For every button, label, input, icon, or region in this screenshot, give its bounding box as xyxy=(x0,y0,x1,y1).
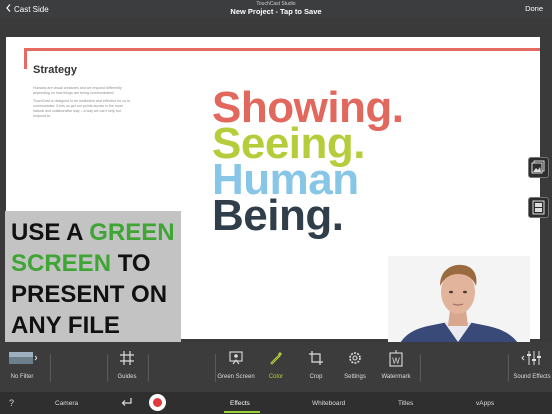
promo-line2-a: SCREEN xyxy=(11,250,112,277)
green-screen-label: Green Screen xyxy=(217,374,255,380)
gear-icon xyxy=(349,352,361,364)
slide-heading: Strategy xyxy=(33,64,78,76)
project-title[interactable]: New Project - Tap to Save xyxy=(0,7,552,16)
grid-icon xyxy=(120,351,134,365)
watermark-icon: W xyxy=(389,350,403,367)
guides-label: Guides xyxy=(117,374,137,380)
color-label: Color xyxy=(268,374,284,380)
watermark-button[interactable]: W Watermark xyxy=(376,350,416,380)
settings-button[interactable]: Settings xyxy=(335,350,375,380)
canvas-stage: Strategy Humans are visual creatures and… xyxy=(0,18,552,360)
promo-line3: PRESENT ON xyxy=(11,281,168,308)
tab-titles[interactable]: Titles xyxy=(398,400,413,407)
divider xyxy=(508,354,509,382)
sound-effects-label: Sound Effects xyxy=(513,374,551,380)
filter-label: No Filter xyxy=(10,374,34,380)
active-tab-indicator xyxy=(224,411,260,413)
divider xyxy=(148,354,149,382)
green-screen-button[interactable]: Green Screen xyxy=(216,350,256,380)
help-button[interactable]: ? xyxy=(9,398,14,408)
slide-paragraph: TouchCast is designed to be instinctive … xyxy=(33,99,131,118)
crop-label: Crop xyxy=(309,374,323,380)
effects-toolbar: No Filter Guides Green Screen Color Crop xyxy=(0,342,552,392)
green-screen-icon xyxy=(229,351,243,365)
divider xyxy=(420,354,421,382)
promo-line4: ANY FILE xyxy=(11,312,120,339)
slide-paragraph: Humans are visual creatures and we respo… xyxy=(33,86,122,95)
slide-body-text: Humans are visual creatures and we respo… xyxy=(33,86,133,122)
watermark-label: Watermark xyxy=(381,374,411,380)
crop-icon xyxy=(309,351,323,365)
divider xyxy=(50,354,51,382)
filter-thumbnail-icon xyxy=(9,352,37,364)
sliders-icon xyxy=(521,351,541,365)
tab-whiteboard[interactable]: Whiteboard xyxy=(312,400,345,407)
promo-line1-b: GREEN xyxy=(89,219,175,246)
bottom-tab-bar: ? Camera Effects Whiteboard Titles vApps xyxy=(0,392,552,414)
done-button[interactable]: Done xyxy=(525,4,543,13)
tab-effects[interactable]: Effects xyxy=(230,400,250,407)
crop-button[interactable]: Crop xyxy=(296,350,336,380)
tab-camera[interactable]: Camera xyxy=(55,400,78,407)
promo-line2-b: TO xyxy=(111,250,151,277)
top-bar: Cast Side TouchCast Studio New Project -… xyxy=(0,0,552,18)
slide-accent-line xyxy=(24,48,540,51)
slide-word-being: Being. xyxy=(212,191,344,240)
image-icon xyxy=(531,160,545,174)
record-button[interactable] xyxy=(149,394,166,411)
promo-line1-a: USE A xyxy=(11,219,90,246)
promo-overlay: USE A GREEN SCREEN TO PRESENT ON ANY FIL… xyxy=(5,211,181,343)
eyedropper-icon xyxy=(270,352,282,365)
tab-vapps[interactable]: vApps xyxy=(476,400,494,407)
flip-camera-button[interactable] xyxy=(121,397,133,409)
settings-label: Settings xyxy=(344,374,366,380)
promo-text: USE A GREEN SCREEN TO PRESENT ON ANY FIL… xyxy=(11,217,175,341)
watermark-glyph: W xyxy=(392,357,400,366)
film-icon xyxy=(532,200,545,215)
filter-button[interactable]: No Filter xyxy=(2,350,42,380)
image-gallery-button[interactable] xyxy=(528,157,549,178)
return-arrow-icon xyxy=(121,398,132,406)
guides-button[interactable]: Guides xyxy=(107,350,147,380)
title-group: TouchCast Studio New Project - Tap to Sa… xyxy=(0,1,552,16)
sound-effects-button[interactable]: Sound Effects xyxy=(512,350,552,380)
color-button[interactable]: Color xyxy=(256,350,296,380)
slide-accent-tick xyxy=(24,48,27,69)
video-clip-button[interactable] xyxy=(528,197,549,218)
